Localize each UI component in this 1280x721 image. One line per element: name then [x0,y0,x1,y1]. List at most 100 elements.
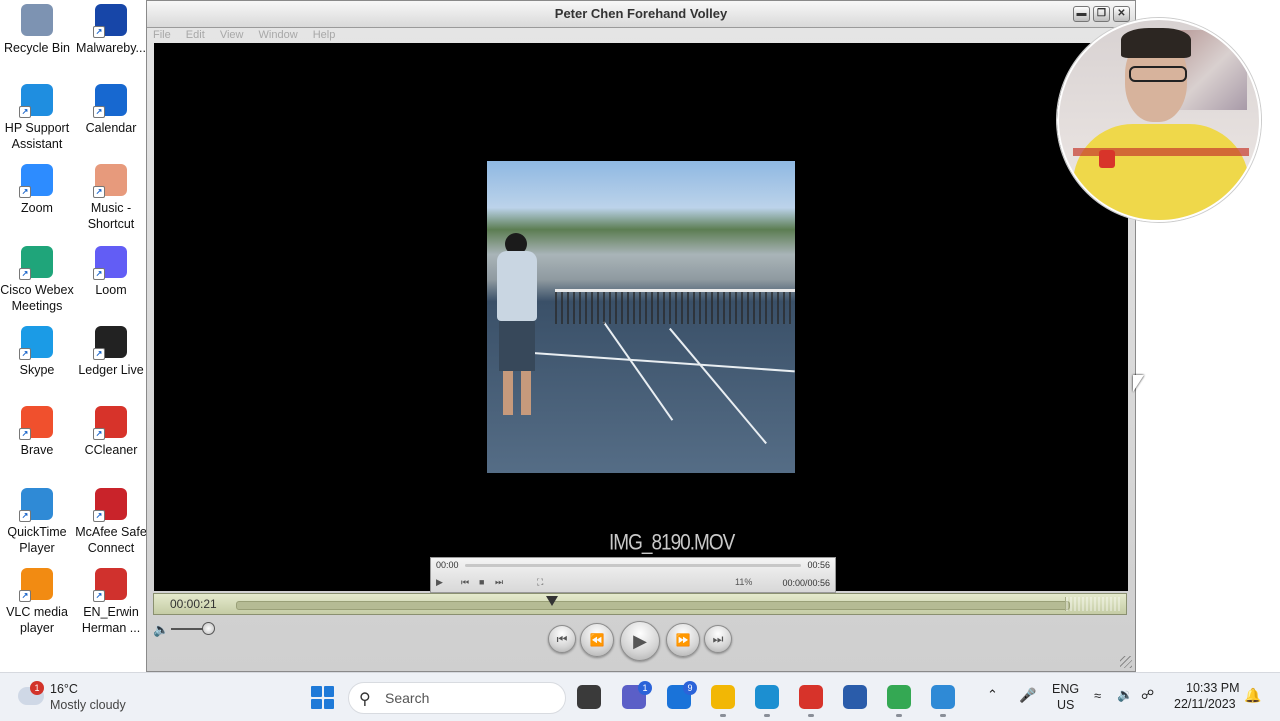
menu-view[interactable]: View [220,29,244,41]
weather-alert-badge: 1 [30,681,44,695]
desktop-icon[interactable]: ↗ EN_Erwin Herman ... [74,568,148,636]
vlc-icon: ↗ [19,568,53,602]
desktop-icon-label: Skype [19,363,55,377]
desktop-icon[interactable]: ↗ Ledger Live [74,326,148,378]
mouse-cursor-icon [1133,375,1144,392]
webex-icon: ↗ [19,246,53,280]
go-to-end-button[interactable]: ⏭ [704,625,732,653]
weather-desc: Mostly cloudy [50,698,126,712]
desktop-icon[interactable]: ↗ VLC media player [0,568,74,636]
desktop-icon[interactable]: ↗ Skype [0,326,74,378]
fast-forward-button[interactable]: ⏩ [666,623,700,657]
wifi-icon[interactable]: ≈ [1094,688,1101,703]
microphone-icon[interactable]: 🎤 [1019,687,1036,704]
desktop-icon-label: VLC media player [6,605,68,635]
desktop-icon[interactable]: ↗ CCleaner [74,406,148,458]
tennis-net [555,289,795,324]
desktop-icon[interactable]: ↗ McAfee Safe Connect [74,488,148,556]
desktop-icon-label: Music - Shortcut [87,201,135,231]
taskbar: 1 16°C Mostly cloudy ⚲ Search 1 9 ⌃ 🎤 ENG… [0,672,1280,721]
shortcut-arrow-icon: ↗ [93,106,105,118]
volume-tray-icon[interactable]: 🔉 [1117,687,1133,703]
edge-icon[interactable] [755,685,779,709]
rewind-button[interactable]: ⏪ [580,623,614,657]
chevron-up-icon[interactable]: ⌃ [987,687,998,703]
window-titlebar[interactable]: Peter Chen Forehand Volley ▬ ❐ ✕ [147,1,1135,28]
desktop-icon[interactable]: ↗ Malwareby... [74,4,148,56]
desktop-icon-label: EN_Erwin Herman ... [81,605,141,635]
clock-time[interactable]: 10:33 PM [1186,681,1240,695]
resize-grip[interactable] [1120,656,1132,668]
menu-window[interactable]: Window [259,29,298,41]
speaker-icon[interactable]: 🔈 [153,622,169,638]
timeline-track[interactable] [236,601,1070,610]
desktop-icon-label: HP Support Assistant [4,121,70,151]
shortcut-arrow-icon: ↗ [93,348,105,360]
ledger-icon: ↗ [93,326,127,360]
running-indicator [764,714,770,717]
window-title: Peter Chen Forehand Volley [554,6,728,21]
close-button[interactable]: ✕ [1113,6,1130,22]
tennis-video-frame [487,161,795,473]
desktop-icon[interactable]: ↗ QuickTime Player [0,488,74,556]
running-indicator [896,714,902,717]
desktop-icon-label: McAfee Safe Connect [75,525,147,555]
webcam-overlay [1057,18,1261,222]
shortcut-arrow-icon: ↗ [93,26,105,38]
folder-icon[interactable] [711,685,735,709]
go-to-start-button[interactable]: ⏮ [548,625,576,653]
quicktime-icon: ↗ [19,488,53,522]
desktop-icon[interactable]: ↗ Loom [74,246,148,298]
menu-help[interactable]: Help [313,29,336,41]
play-button[interactable]: ▶ [620,621,660,661]
desktop-icon-label: Loom [95,283,127,297]
volume-slider-knob[interactable] [201,622,215,635]
desktop-icon[interactable]: ↗ Calendar [74,84,148,136]
search-icon: ⚲ [359,691,371,708]
shortcut-arrow-icon: ↗ [19,268,31,280]
ccleaner-taskbar-icon[interactable] [799,685,823,709]
desktop-icon[interactable]: ↗ Brave [0,406,74,458]
language-line2[interactable]: US [1057,698,1074,712]
start-button[interactable] [311,686,334,709]
menu-file[interactable]: File [153,29,171,41]
desktop-icon-label: Brave [20,443,54,457]
mini-prev-icon: ⏮ [461,577,470,587]
desktop-icon[interactable]: ↗ Cisco Webex Meetings [0,246,74,314]
minimize-button[interactable]: ▬ [1073,6,1090,22]
window-app-icon[interactable] [843,685,867,709]
clock-date[interactable]: 22/11/2023 [1174,697,1236,711]
file-explorer-dark-icon[interactable] [577,685,601,709]
mini-play-icon: ▶ [436,577,443,587]
desktop-icon[interactable]: Recycle Bin [0,4,74,56]
desktop-icon[interactable]: ↗ Music - Shortcut [74,164,148,232]
desktop-icon[interactable]: ↗ HP Support Assistant [0,84,74,152]
battery-icon[interactable]: ☍ [1141,687,1154,703]
video-area[interactable]: IMG_8190.MOV 00:00 00:56 ▶ ⏮ ■ ⏭ ⛶ 11% 0… [154,43,1128,593]
mini-fullscreen-icon: ⛶ [537,577,544,587]
video-filename-caption: IMG_8190.MOV [609,531,735,556]
quicktime-window: Peter Chen Forehand Volley ▬ ❐ ✕ File Ed… [146,0,1136,672]
mini-stop-icon: ■ [479,577,485,587]
taskbar-search[interactable]: ⚲ Search [348,682,566,714]
mini-total-time: 00:00/00:56 [782,578,830,588]
language-line1[interactable]: ENG [1052,682,1079,696]
zoom-icon: ↗ [19,164,53,198]
playhead-handle[interactable] [546,596,559,606]
skype-icon: ↗ [19,326,53,360]
shortcut-arrow-icon: ↗ [19,428,31,440]
timeline-scrubber[interactable]: 00:00:21 [153,593,1127,615]
shortcut-arrow-icon: ↗ [93,510,105,522]
desktop-icon[interactable]: ↗ Zoom [0,164,74,216]
shortcut-arrow-icon: ↗ [19,186,31,198]
shortcut-arrow-icon: ↗ [19,106,31,118]
restore-button[interactable]: ❐ [1093,6,1110,22]
notification-bell-icon[interactable]: 🔔 [1244,687,1261,704]
quicktime-taskbar-icon[interactable] [931,685,955,709]
menu-edit[interactable]: Edit [186,29,205,41]
chrome-icon[interactable] [887,685,911,709]
desktop-icon-label: Ledger Live [78,363,144,377]
brave-icon: ↗ [19,406,53,440]
calendar-icon: ↗ [93,84,127,118]
notification-badge: 9 [683,681,697,695]
